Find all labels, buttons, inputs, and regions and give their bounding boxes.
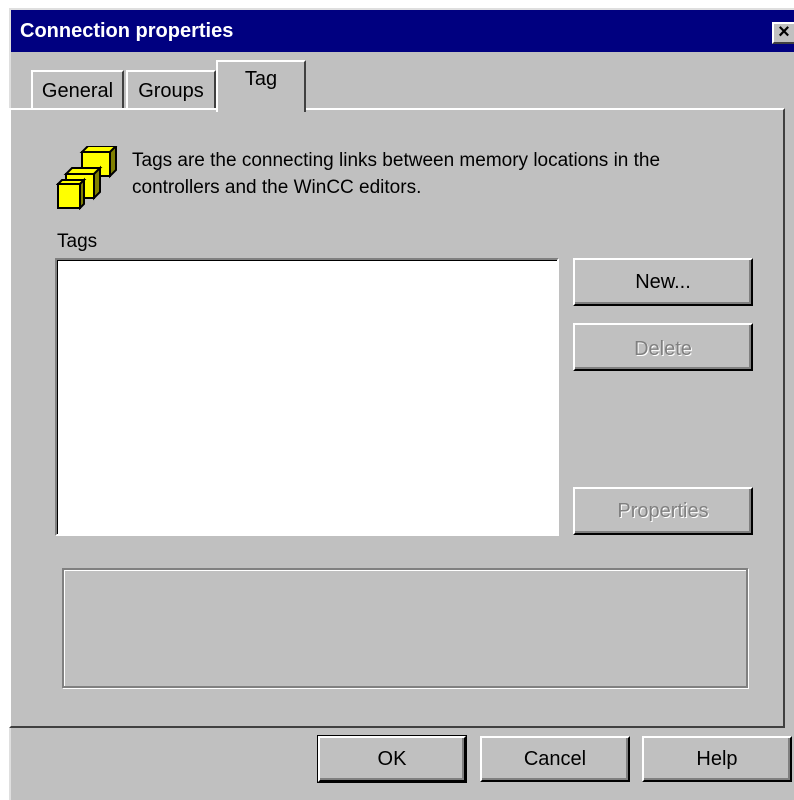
description-box bbox=[62, 568, 748, 688]
delete-button-label: Delete bbox=[634, 338, 692, 360]
new-button-label: New... bbox=[635, 271, 691, 293]
tags-listbox[interactable] bbox=[55, 258, 559, 536]
ok-button-label: OK bbox=[377, 748, 407, 770]
tab-tag[interactable]: Tag bbox=[216, 60, 306, 112]
tags-list-label: Tags bbox=[57, 231, 98, 252]
tab-groups-label: Groups bbox=[138, 80, 204, 102]
cancel-button[interactable]: Cancel bbox=[480, 736, 630, 782]
close-icon: × bbox=[778, 21, 790, 43]
properties-button[interactable]: Properties bbox=[573, 487, 753, 535]
tab-general-label: General bbox=[41, 80, 114, 102]
ok-button[interactable]: OK bbox=[317, 735, 467, 783]
tab-tag-label: Tag bbox=[244, 68, 278, 90]
tab-general[interactable]: General bbox=[31, 70, 124, 110]
help-button[interactable]: Help bbox=[642, 736, 792, 782]
yellow-cubes-icon bbox=[55, 143, 120, 216]
delete-button[interactable]: Delete bbox=[573, 323, 753, 371]
window-title: Connection properties bbox=[20, 20, 234, 42]
tab-groups[interactable]: Groups bbox=[126, 70, 216, 110]
cancel-button-label: Cancel bbox=[523, 748, 587, 770]
title-bar[interactable]: Connection properties × bbox=[11, 10, 794, 52]
new-button[interactable]: New... bbox=[573, 258, 753, 306]
properties-button-label: Properties bbox=[617, 500, 709, 522]
tag-info-text: Tags are the connecting links between me… bbox=[132, 150, 661, 198]
help-button-label: Help bbox=[696, 748, 738, 770]
close-button[interactable]: × bbox=[772, 22, 794, 44]
